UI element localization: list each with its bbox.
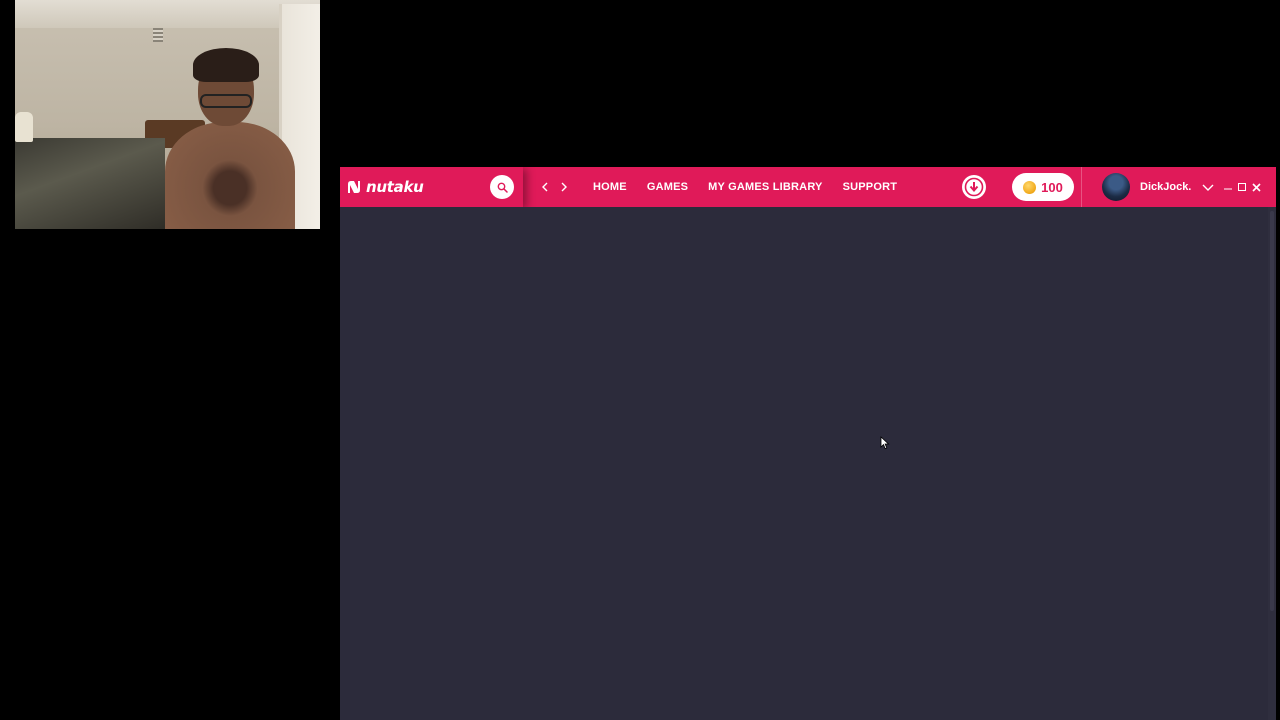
- user-menu[interactable]: DickJock...: [1102, 173, 1214, 201]
- avatar: [1102, 173, 1130, 201]
- maximize-icon: [1238, 183, 1246, 191]
- menu-item-home[interactable]: HOME: [593, 181, 627, 193]
- forward-button[interactable]: [557, 179, 571, 195]
- top-bar: nutaku HOME GAMES MY GAMES LIBRARY SUPPO…: [340, 167, 1276, 207]
- chevron-down-icon: [1202, 184, 1214, 191]
- nutaku-logo-icon: [348, 181, 360, 193]
- mouse-cursor-icon: [880, 436, 890, 450]
- maximize-button[interactable]: [1236, 180, 1248, 194]
- minimize-icon: [1224, 188, 1232, 190]
- nutaku-logo-text: nutaku: [366, 178, 424, 196]
- coin-icon: [1023, 180, 1037, 194]
- search-icon: [497, 182, 508, 193]
- close-button[interactable]: [1250, 180, 1262, 194]
- menu-item-my-games-library[interactable]: MY GAMES LIBRARY: [708, 181, 822, 193]
- webcam-ceiling: [15, 0, 320, 28]
- chevron-left-icon: [542, 182, 548, 192]
- webcam-person-hair: [193, 48, 259, 82]
- topbar-divider: [1081, 167, 1082, 207]
- nutaku-logo[interactable]: nutaku: [346, 176, 424, 198]
- menu-item-support[interactable]: SUPPORT: [843, 181, 898, 193]
- search-button[interactable]: [490, 175, 514, 199]
- webcam-bed: [15, 138, 165, 229]
- coin-balance[interactable]: 100: [1012, 173, 1074, 201]
- username: DickJock...: [1140, 181, 1192, 193]
- webcam-lamp: [15, 112, 33, 142]
- minimize-button[interactable]: [1222, 180, 1234, 194]
- webcam-vent: [153, 28, 163, 42]
- download-button[interactable]: [962, 175, 986, 199]
- chevron-right-icon: [561, 182, 567, 192]
- back-button[interactable]: [538, 179, 552, 195]
- webcam-overlay: [15, 0, 320, 229]
- coin-balance-value: 100: [1041, 179, 1063, 195]
- screen: nutaku HOME GAMES MY GAMES LIBRARY SUPPO…: [0, 0, 1280, 720]
- webcam-person-torso: [165, 122, 295, 229]
- download-icon: [964, 177, 984, 197]
- logo-search-panel: nutaku: [340, 167, 523, 207]
- close-icon: [1251, 182, 1261, 192]
- main-menu: HOME GAMES MY GAMES LIBRARY SUPPORT: [593, 167, 917, 207]
- nutaku-app-window: nutaku HOME GAMES MY GAMES LIBRARY SUPPO…: [340, 167, 1276, 720]
- content-area: [340, 207, 1268, 720]
- scrollbar-thumb[interactable]: [1270, 211, 1274, 611]
- scrollbar[interactable]: [1268, 207, 1276, 720]
- menu-item-games[interactable]: GAMES: [647, 181, 688, 193]
- webcam-person: [165, 46, 295, 229]
- webcam-person-glasses: [200, 94, 252, 108]
